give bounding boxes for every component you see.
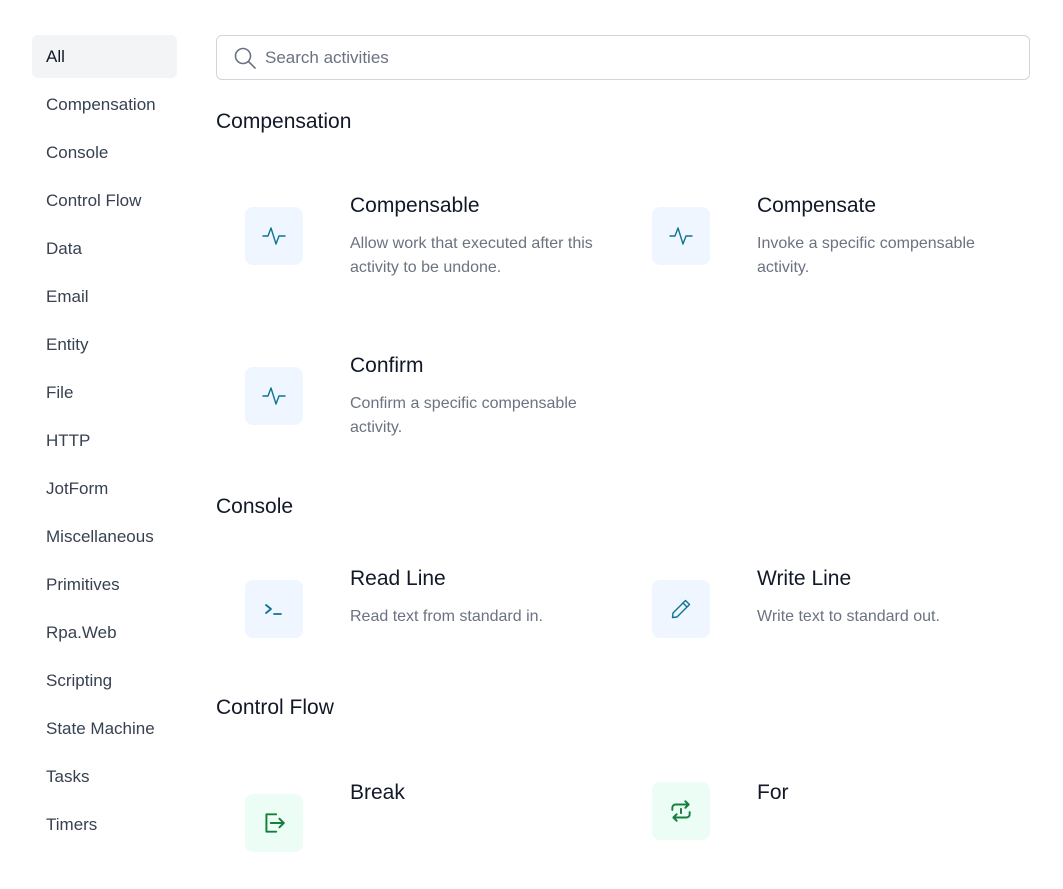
category-state-machine[interactable]: State Machine [32, 707, 177, 750]
activity-description: Read text from standard in. [350, 608, 543, 625]
terminal-prompt-icon [245, 580, 303, 638]
category-compensation[interactable]: Compensation [32, 83, 177, 126]
activity-card-compensable[interactable]: Compensable Allow work that executed aft… [216, 194, 596, 302]
pencil-icon [652, 580, 710, 638]
category-primitives[interactable]: Primitives [32, 563, 177, 606]
activity-pulse-icon [652, 207, 710, 265]
section-heading-control-flow: Control Flow [216, 696, 334, 719]
activity-description: Allow work that executed after this acti… [350, 235, 593, 276]
activity-card-write-line[interactable]: Write Line Write text to standard out. [623, 567, 1003, 675]
category-scripting[interactable]: Scripting [32, 659, 177, 702]
activity-title: Break [350, 781, 405, 804]
category-http[interactable]: HTTP [32, 419, 177, 462]
activity-card-break[interactable]: Break [216, 781, 596, 889]
category-file[interactable]: File [32, 371, 177, 414]
repeat-loop-icon [652, 782, 710, 840]
activity-title: For [757, 781, 789, 804]
category-tasks[interactable]: Tasks [32, 755, 177, 798]
category-timers[interactable]: Timers [32, 803, 177, 846]
activity-card-confirm[interactable]: Confirm Confirm a specific compensable a… [216, 354, 596, 462]
section-heading-console: Console [216, 495, 294, 518]
activity-title: Compensate [757, 194, 877, 217]
activity-description: Confirm a specific compensable activity. [350, 395, 577, 436]
activity-title: Compensable [350, 194, 480, 217]
category-rpa-web[interactable]: Rpa.Web [32, 611, 177, 654]
activity-pulse-icon [245, 367, 303, 425]
section-heading-compensation: Compensation [216, 110, 352, 133]
category-control-flow[interactable]: Control Flow [32, 179, 177, 222]
activity-title: Confirm [350, 354, 424, 377]
activity-card-compensate[interactable]: Compensate Invoke a specific compensable… [623, 194, 1003, 302]
category-jotform[interactable]: JotForm [32, 467, 177, 510]
category-sidebar: All Compensation Console Control Flow Da… [32, 35, 177, 851]
search-input[interactable] [265, 47, 1005, 68]
activity-picker-main [216, 35, 1030, 80]
exit-arrow-icon [245, 794, 303, 852]
category-email[interactable]: Email [32, 275, 177, 318]
activity-description: Invoke a specific compensable activity. [757, 235, 975, 276]
category-console[interactable]: Console [32, 131, 177, 174]
category-data[interactable]: Data [32, 227, 177, 270]
search-icon [233, 46, 257, 70]
search-box [216, 35, 1030, 80]
activity-card-for[interactable]: For [623, 781, 1003, 889]
activity-pulse-icon [245, 207, 303, 265]
category-miscellaneous[interactable]: Miscellaneous [32, 515, 177, 558]
activity-card-read-line[interactable]: Read Line Read text from standard in. [216, 567, 596, 675]
activity-description: Write text to standard out. [757, 608, 940, 625]
category-all[interactable]: All [32, 35, 177, 78]
category-entity[interactable]: Entity [32, 323, 177, 366]
activity-title: Write Line [757, 567, 852, 590]
activity-title: Read Line [350, 567, 446, 590]
